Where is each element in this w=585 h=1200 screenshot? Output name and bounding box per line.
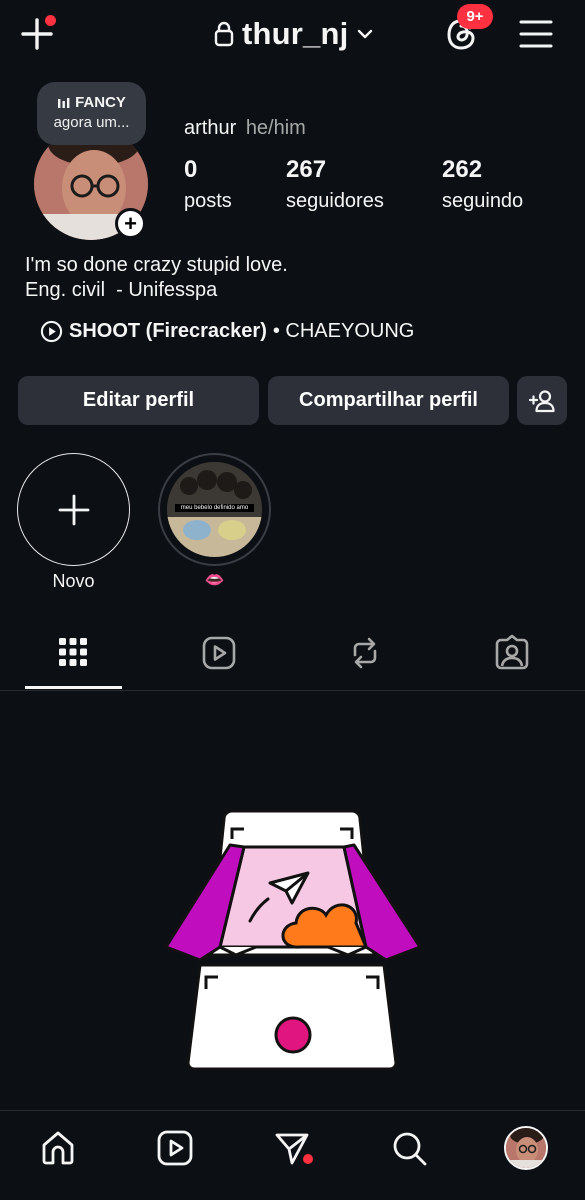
stat-value: 0 <box>184 156 198 183</box>
discover-people-button[interactable] <box>517 376 567 425</box>
hamburger-menu-icon <box>519 20 553 48</box>
story-highlight[interactable]: meu bebelo definido amo <box>158 453 271 566</box>
stat-label: seguidores <box>286 190 384 212</box>
profile-avatar-icon <box>506 1128 546 1168</box>
lock-icon <box>214 21 234 47</box>
tab-reels[interactable] <box>199 633 239 673</box>
plus-icon: + <box>124 210 137 236</box>
nav-home[interactable] <box>38 1128 78 1168</box>
profile-name-row: arthur he/him <box>184 117 306 140</box>
unread-dot <box>303 1154 313 1164</box>
music-bars-icon <box>58 97 70 108</box>
nav-profile[interactable] <box>504 1126 548 1170</box>
active-tab-indicator <box>25 686 122 689</box>
add-story-button[interactable]: + <box>115 208 146 239</box>
tab-tagged[interactable] <box>492 633 532 673</box>
bio-line: I'm so done crazy stupid love. <box>25 254 288 276</box>
new-highlight-button[interactable] <box>17 453 130 566</box>
nav-reels[interactable] <box>155 1128 195 1168</box>
highlight-caption: meu bebelo definido amo <box>175 504 254 512</box>
stat-label: posts <box>184 190 232 212</box>
chevron-down-icon <box>358 29 373 39</box>
tab-grid[interactable] <box>53 633 93 673</box>
reposts-icon <box>353 637 377 669</box>
search-icon <box>393 1132 427 1166</box>
highlight-cover: meu bebelo definido amo <box>167 462 262 557</box>
tagged-icon <box>495 634 529 670</box>
music-song: SHOOT (Firecracker) <box>69 320 267 342</box>
reels-icon <box>157 1130 193 1166</box>
bottom-nav-divider <box>0 1110 585 1111</box>
play-circle-icon <box>40 320 63 343</box>
account-switcher[interactable]: thur_nj <box>214 14 374 54</box>
note-title-row: FANCY <box>37 94 146 111</box>
tab-reposts[interactable] <box>345 633 385 673</box>
highlight-label: 👄 <box>204 572 225 589</box>
stat-following[interactable]: 262 seguindo <box>442 156 523 213</box>
home-icon <box>42 1131 74 1165</box>
add-person-icon <box>528 389 555 412</box>
create-button[interactable] <box>18 14 58 54</box>
share-profile-button[interactable]: Compartilhar perfil <box>268 376 509 425</box>
note-subtitle: agora um... <box>53 114 130 131</box>
profile-bio: I'm so done crazy stupid love. Eng. civi… <box>25 253 288 303</box>
nav-search[interactable] <box>389 1128 429 1168</box>
notification-badge: 9+ <box>457 4 493 29</box>
empty-posts-illustration <box>164 809 422 1071</box>
edit-profile-label: Editar perfil <box>82 389 195 411</box>
plus-icon <box>58 494 89 525</box>
menu-button[interactable] <box>518 16 554 52</box>
stat-label: seguindo <box>442 190 524 212</box>
account-username: thur_nj <box>242 16 349 51</box>
tabs-divider <box>0 690 585 691</box>
share-profile-label: Compartilhar perfil <box>299 389 478 411</box>
stat-value: 267 <box>286 156 327 183</box>
nav-direct[interactable] <box>272 1128 313 1168</box>
bio-line: Eng. civil - Unifesspa <box>25 279 218 301</box>
profile-name: arthur <box>184 117 237 139</box>
stat-followers[interactable]: 267 seguidores <box>286 156 384 213</box>
notification-dot <box>45 15 56 26</box>
top-bar: thur_nj 9+ <box>0 0 585 70</box>
profile-note[interactable]: FANCY agora um... <box>37 82 146 145</box>
profile-pronouns: he/him <box>245 117 306 139</box>
edit-profile-button[interactable]: Editar perfil <box>18 376 259 425</box>
new-highlight-label: Novo <box>52 571 95 591</box>
grid-icon <box>59 638 87 666</box>
stat-posts[interactable]: 0 posts <box>184 156 232 213</box>
reels-icon <box>202 636 236 670</box>
profile-music[interactable]: SHOOT (Firecracker) • CHAEYOUNG <box>40 320 414 343</box>
stat-value: 262 <box>442 156 483 183</box>
music-artist: • CHAEYOUNG <box>272 320 415 342</box>
note-title: FANCY <box>75 94 126 111</box>
